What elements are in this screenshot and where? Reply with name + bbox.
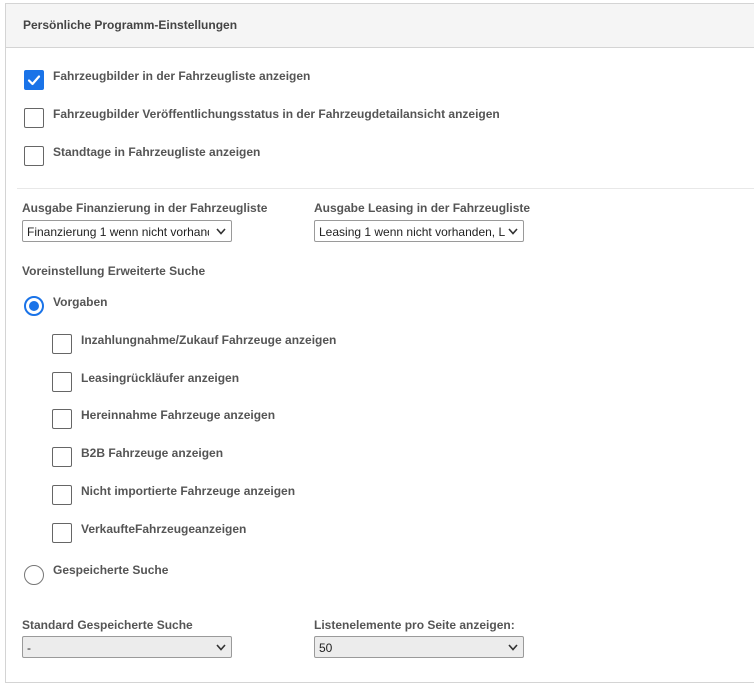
financing-output-select[interactable]: Finanzierung 1 wenn nicht vorhanden, Fin… [22, 220, 232, 242]
trade-in-vehicles-label: Inzahlungnahme/Zukauf Fahrzeuge anzeigen [81, 333, 337, 347]
defaults-radio-label: Vorgaben [53, 295, 108, 309]
sold-vehicles-label: VerkaufteFahrzeugeanzeigen [81, 522, 247, 536]
b2b-vehicles-checkbox[interactable] [52, 447, 72, 467]
non-imported-vehicles-label: Nicht importierte Fahrzeuge anzeigen [81, 484, 296, 498]
financing-output-label: Ausgabe Finanzierung in der Fahrzeuglist… [22, 201, 268, 215]
b2b-vehicles-label: B2B Fahrzeuge anzeigen [81, 446, 224, 460]
leasing-output-select[interactable]: Leasing 1 wenn nicht vorhanden, Leasing … [314, 220, 524, 242]
section-divider [17, 188, 754, 189]
leasing-output-value: Leasing 1 wenn nicht vorhanden, Leasing … [319, 225, 505, 239]
trade-in-vehicles-checkbox[interactable] [52, 334, 72, 354]
show-vehicle-images-checkbox[interactable] [24, 70, 44, 90]
show-image-publication-status-label: Fahrzeugbilder Veröffentlichungsstatus i… [53, 107, 500, 121]
items-per-page-label: Listenelemente pro Seite anzeigen: [314, 618, 515, 632]
chevron-down-icon [508, 644, 518, 651]
show-vehicle-images-label: Fahrzeugbilder in der Fahrzeugliste anze… [53, 69, 311, 83]
extended-search-label: Voreinstellung Erweiterte Suche [22, 264, 206, 278]
saved-search-radio-label: Gespeicherte Suche [53, 563, 169, 577]
show-image-publication-status-checkbox[interactable] [24, 108, 44, 128]
standard-saved-search-value: - [27, 641, 31, 655]
leasing-returns-label: Leasingrückläufer anzeigen [81, 371, 240, 385]
leasing-returns-checkbox[interactable] [52, 372, 72, 392]
standard-saved-search-label: Standard Gespeicherte Suche [22, 618, 193, 632]
items-per-page-value: 50 [319, 641, 333, 655]
saved-search-radio[interactable] [24, 565, 44, 585]
items-per-page-select[interactable]: 50 [314, 636, 524, 658]
intake-vehicles-label: Hereinnahme Fahrzeuge anzeigen [81, 408, 276, 422]
non-imported-vehicles-checkbox[interactable] [52, 485, 72, 505]
panel-header: Persönliche Programm-Einstellungen [6, 4, 754, 48]
show-stand-days-label: Standtage in Fahrzeugliste anzeigen [53, 145, 261, 159]
financing-output-value: Finanzierung 1 wenn nicht vorhanden, Fin… [27, 225, 209, 239]
chevron-down-icon [216, 644, 226, 651]
show-stand-days-checkbox[interactable] [24, 146, 44, 166]
defaults-radio[interactable] [24, 296, 44, 316]
chevron-down-icon [508, 228, 518, 235]
intake-vehicles-checkbox[interactable] [52, 409, 72, 429]
standard-saved-search-select[interactable]: - [22, 636, 232, 658]
chevron-down-icon [216, 228, 226, 235]
leasing-output-label: Ausgabe Leasing in der Fahrzeugliste [314, 201, 531, 215]
panel-title: Persönliche Programm-Einstellungen [23, 18, 238, 32]
sold-vehicles-checkbox[interactable] [52, 523, 72, 543]
checkmark-icon [27, 75, 41, 86]
